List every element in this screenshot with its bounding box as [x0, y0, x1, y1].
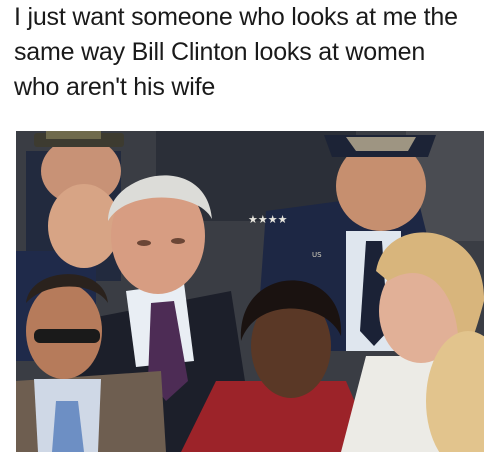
svg-text:★★★★: ★★★★ [248, 213, 288, 226]
meme-post: I just want someone who looks at me the … [0, 0, 500, 452]
photo-illustration: ★★★★ US [16, 131, 484, 452]
caption-line-2: same way Bill Clinton looks at women [14, 38, 426, 66]
caption-line-1: I just want someone who looks at me the [14, 3, 458, 31]
caption-line-3: who aren't his wife [14, 73, 216, 101]
uniform-badge: US [312, 251, 322, 259]
meme-caption: I just want someone who looks at me the … [14, 0, 490, 105]
inauguration-photo: ★★★★ US [16, 131, 484, 452]
